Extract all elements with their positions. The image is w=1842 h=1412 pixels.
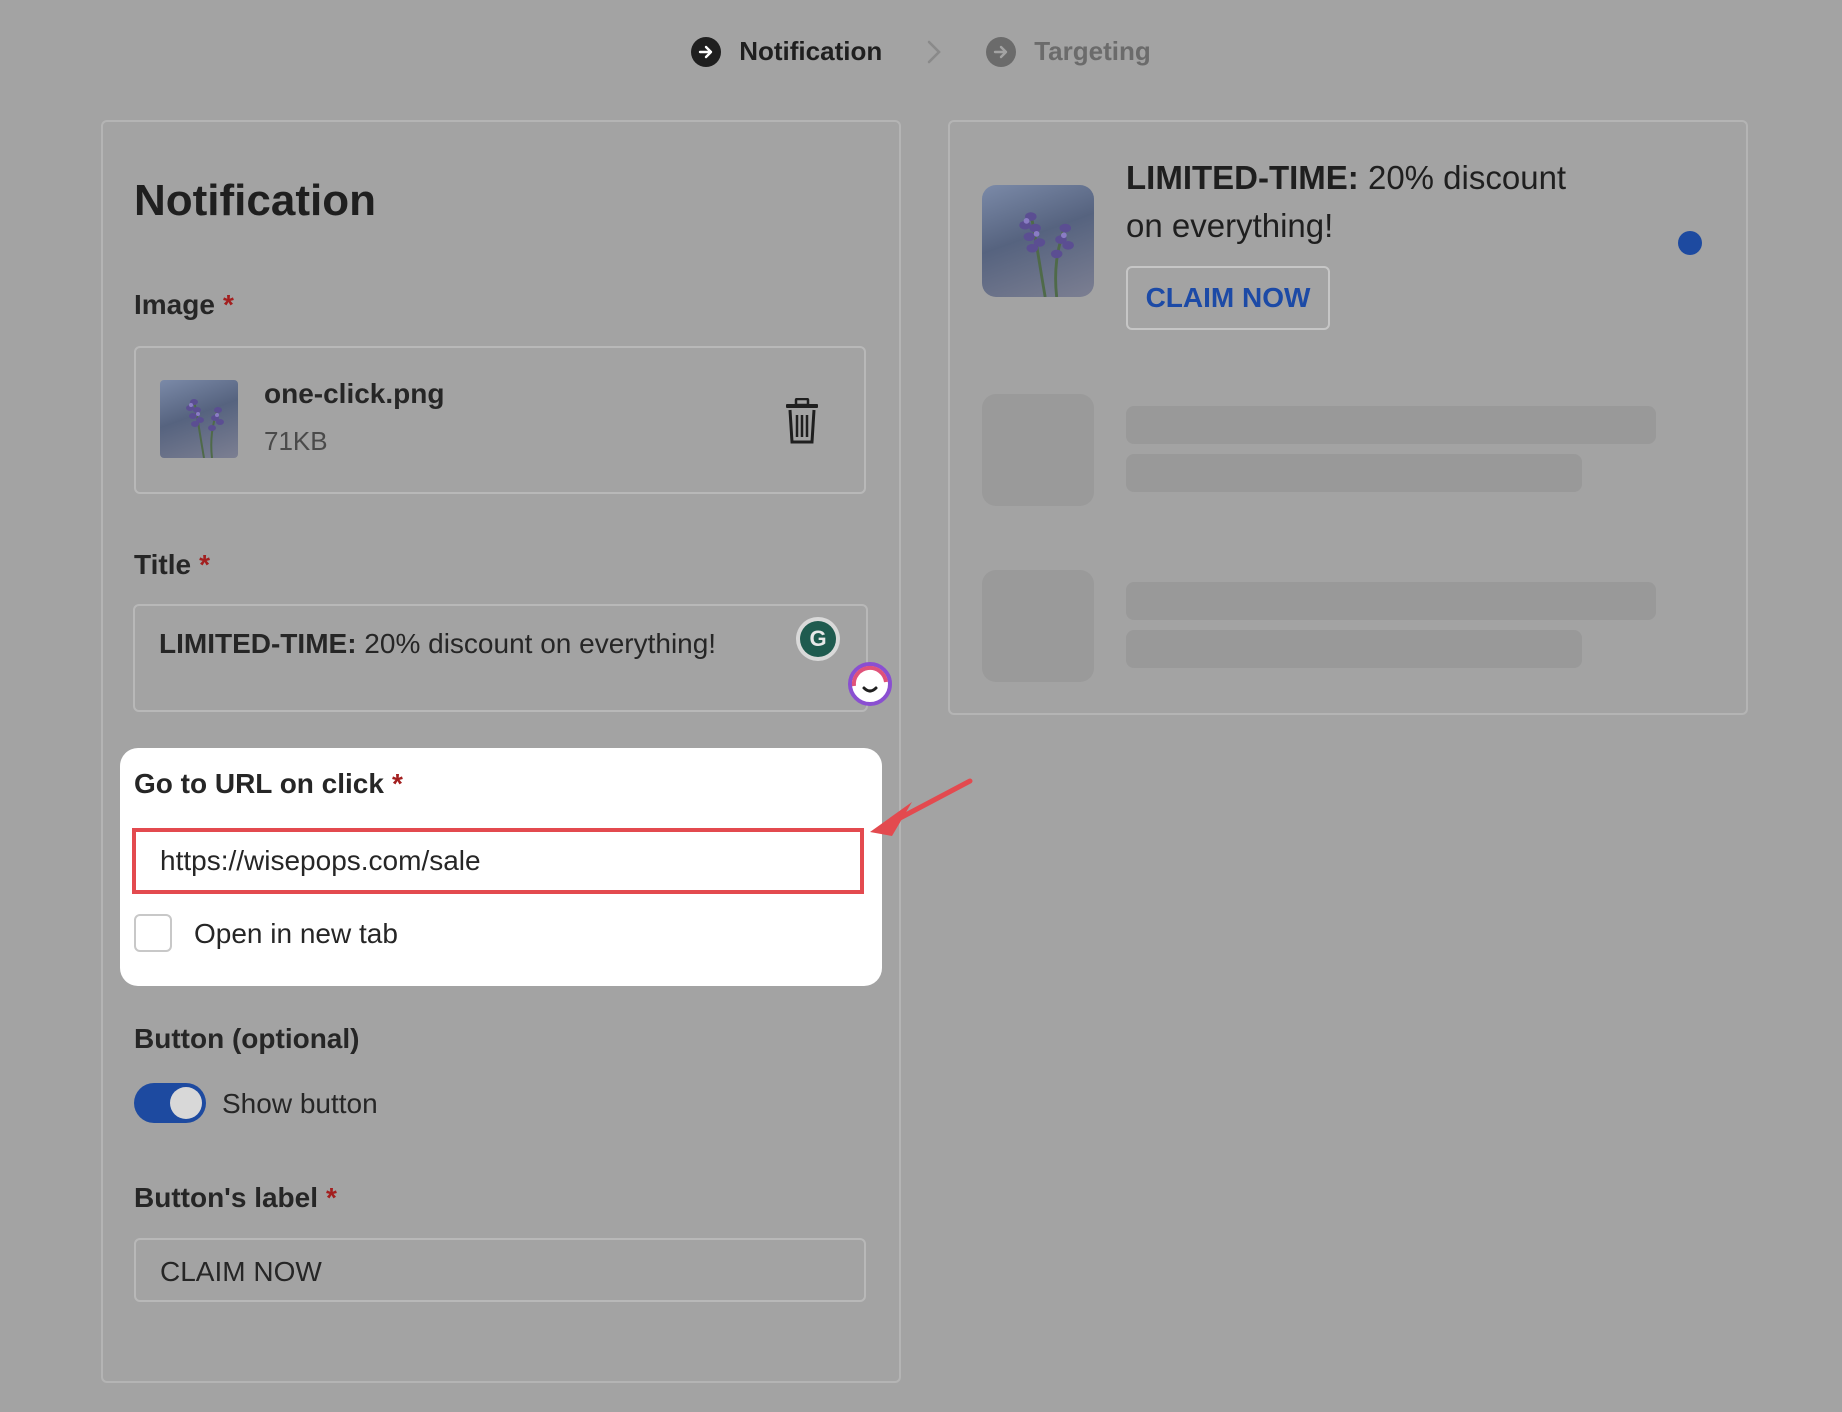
image-label: Image *	[134, 289, 234, 320]
show-button-toggle[interactable]	[134, 1083, 206, 1123]
step-label: Notification	[739, 36, 883, 66]
open-new-tab-checkbox[interactable]	[134, 914, 172, 952]
trash-icon[interactable]	[784, 397, 820, 444]
image-field[interactable]: one-click.png 71KB	[134, 346, 866, 494]
open-new-tab-label: Open in new tab	[194, 918, 398, 949]
skeleton-line	[1126, 406, 1656, 444]
url-label: Go to URL on click *	[134, 768, 403, 799]
assistant-face-icon[interactable]	[846, 660, 894, 708]
grammarly-icon[interactable]: G	[796, 617, 840, 661]
step-notification[interactable]: Notification	[691, 36, 882, 67]
step-label: Targeting	[1034, 36, 1151, 66]
red-pointer-arrow-icon	[864, 772, 984, 842]
chevron-right-icon	[926, 39, 942, 65]
skeleton-avatar	[982, 570, 1094, 682]
skeleton-line	[1126, 454, 1582, 492]
title-label: Title *	[134, 549, 210, 580]
stepper: Notification Targeting	[0, 36, 1842, 67]
url-section: Go to URL on click* Open in new tab	[120, 748, 882, 986]
url-input[interactable]	[132, 828, 864, 894]
page-title: Notification	[134, 176, 376, 225]
arrow-right-circle-icon	[691, 36, 722, 67]
arrow-right-circle-icon	[986, 36, 1017, 67]
step-targeting[interactable]: Targeting	[986, 36, 1151, 67]
button-label-field-label: Button's label *	[134, 1182, 337, 1213]
file-name: one-click.png	[264, 378, 445, 409]
preview-title: LIMITED-TIME: 20% discount on everything…	[1126, 159, 1567, 244]
image-thumbnail	[160, 380, 238, 458]
claim-now-button[interactable]: CLAIM NOW	[1126, 266, 1330, 330]
button-label-input[interactable]: CLAIM NOW	[134, 1238, 866, 1302]
unread-dot	[1678, 231, 1702, 255]
title-field[interactable]: LIMITED-TIME: 20% discount on everything…	[133, 604, 868, 712]
skeleton-line	[1126, 630, 1582, 668]
skeleton-avatar	[982, 394, 1094, 506]
title-field-value: LIMITED-TIME: 20% discount on everything…	[159, 628, 717, 659]
skeleton-line	[1126, 582, 1656, 620]
preview-image	[982, 185, 1094, 297]
file-size: 71KB	[264, 426, 328, 456]
button-section-label: Button (optional)	[134, 1023, 360, 1054]
show-button-label: Show button	[222, 1088, 378, 1119]
